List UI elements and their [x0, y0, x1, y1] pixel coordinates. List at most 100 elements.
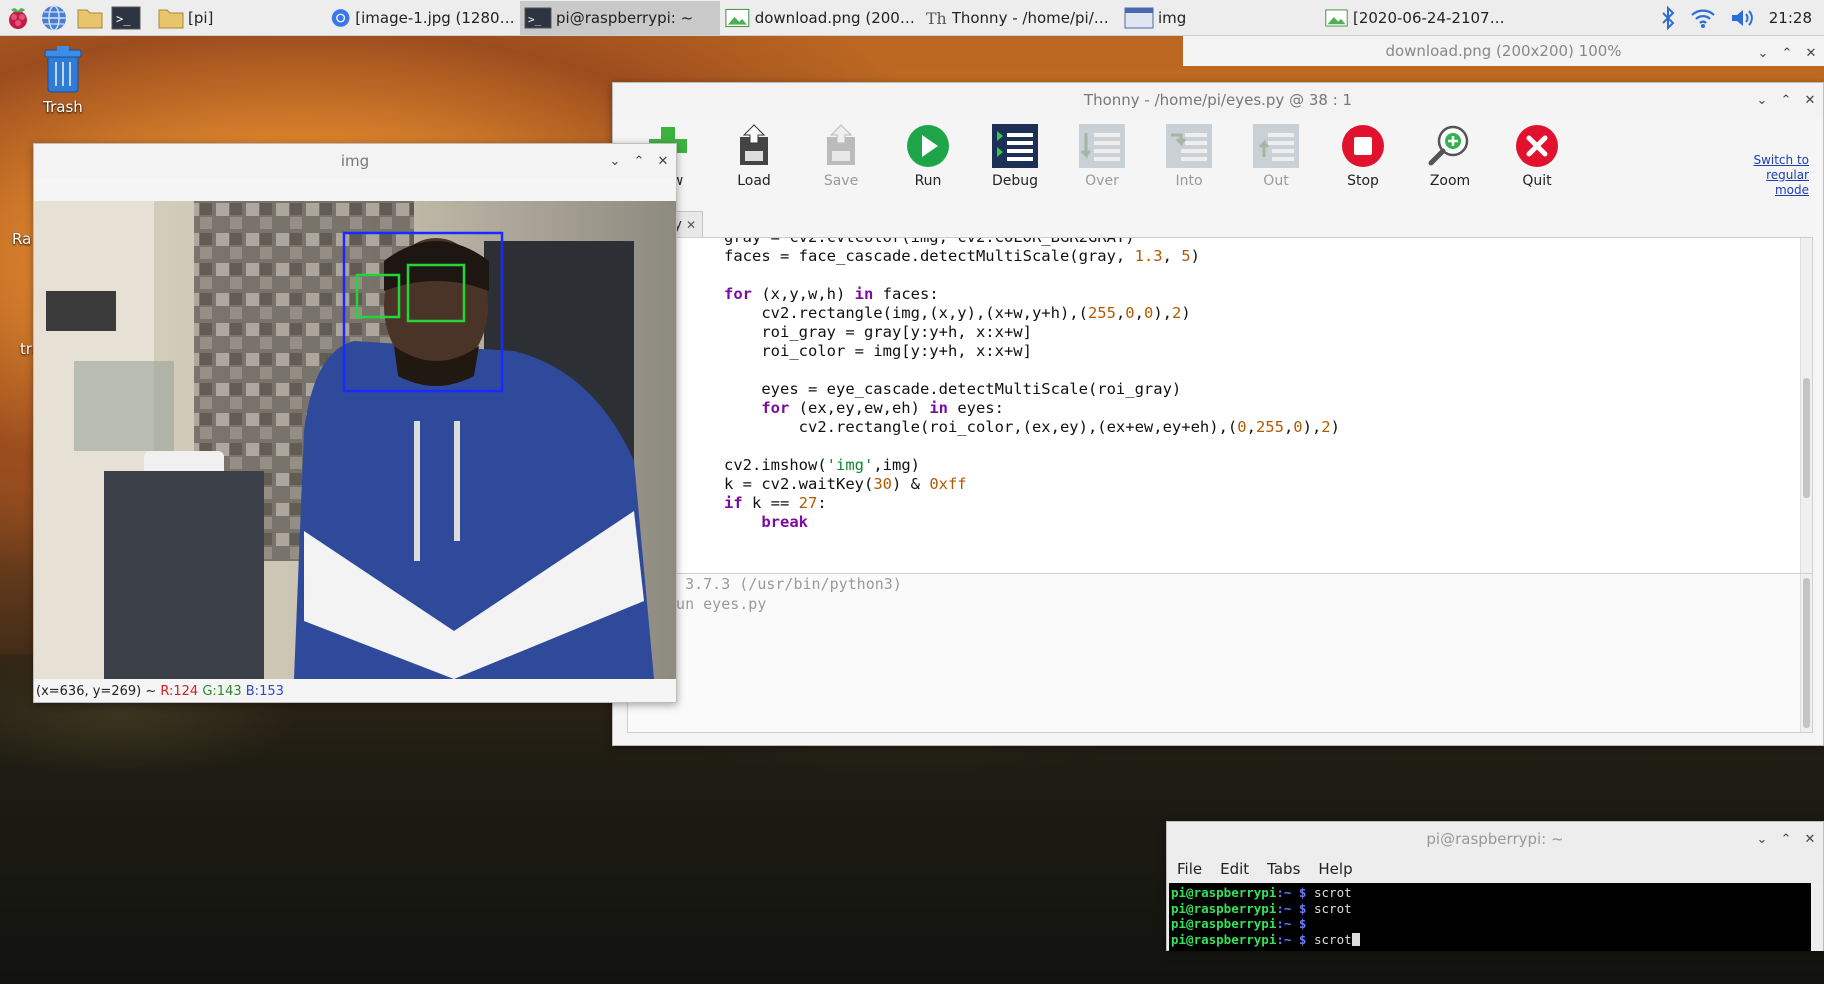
code-line[interactable]: break [724, 513, 1340, 532]
task-label: [pi] [188, 8, 214, 27]
terminal-menubar: File Edit Tabs Help [1167, 856, 1353, 882]
task-file-manager[interactable]: [pi] [154, 1, 326, 35]
close-icon[interactable]: ✕ [1803, 832, 1817, 847]
step-out-button[interactable]: Out [1241, 123, 1311, 189]
quit-button[interactable]: Quit [1502, 123, 1572, 189]
maximize-icon[interactable]: ⌃ [1779, 93, 1793, 108]
minimize-icon[interactable]: ⌄ [1755, 93, 1769, 108]
terminal-icon: >_ [524, 7, 552, 28]
code-line[interactable] [724, 266, 1340, 285]
code-line[interactable]: gray = cv2.cvtColor(img, cv2.COLOR_BGR2G… [724, 238, 1340, 247]
python-shell[interactable]: on 3.7.3 (/usr/bin/python3) %Run eyes.py [627, 573, 1813, 733]
terminal-launcher-icon[interactable]: >_ [108, 0, 144, 36]
close-icon[interactable]: ✕ [656, 154, 670, 169]
webcam-frame[interactable] [34, 201, 676, 679]
step-into-button[interactable]: Into [1154, 123, 1224, 189]
code-line[interactable]: if k == 27: [724, 494, 1340, 513]
close-icon[interactable]: ✕ [1804, 46, 1818, 61]
code-line[interactable]: cv2.imshow('img',img) [724, 456, 1340, 475]
switch-mode-link[interactable]: Switch to regular mode [1739, 153, 1809, 198]
raspberry-menu-icon[interactable] [0, 0, 36, 36]
terminal-scrollbar[interactable] [1811, 883, 1823, 951]
thonny-icon: Th [926, 8, 947, 27]
code-line[interactable]: cv2.rectangle(img,(x,y),(x+w,y+h),(255,0… [724, 304, 1340, 323]
code-editor[interactable]: gray = cv2.cvtColor(img, cv2.COLOR_BGR2G… [613, 237, 1813, 617]
window-titlebar[interactable]: Thonny - /home/pi/eyes.py @ 38 : 1 ⌄ ⌃ ✕ [613, 83, 1823, 117]
prompt-path: :~ $ [1276, 900, 1307, 916]
volume-icon[interactable] [1729, 6, 1757, 30]
code-line[interactable]: for (ex,ey,ew,eh) in eyes: [724, 399, 1340, 418]
file-manager-icon[interactable] [72, 0, 108, 36]
tool-label: Save [823, 173, 859, 189]
menu-tabs[interactable]: Tabs [1267, 860, 1300, 878]
desktop-trash[interactable]: Trash [28, 44, 98, 116]
wifi-icon[interactable] [1689, 6, 1717, 30]
save-button[interactable]: Save [806, 123, 876, 189]
window-titlebar[interactable]: pi@raspberrypi: ~ ⌄ ⌃ ✕ [1167, 822, 1823, 856]
code-line[interactable] [724, 437, 1340, 456]
tool-label: Out [1263, 173, 1289, 189]
run-button[interactable]: Run [893, 123, 963, 189]
load-button[interactable]: Load [719, 123, 789, 189]
menu-edit[interactable]: Edit [1220, 860, 1249, 878]
task-screenshot-image[interactable]: [2020-06-24-210733_… [1320, 1, 1516, 35]
code-text[interactable]: gray = cv2.cvtColor(img, cv2.COLOR_BGR2G… [724, 238, 1340, 532]
window-title: img [340, 152, 370, 170]
code-line[interactable]: faces = face_cascade.detectMultiScale(gr… [724, 247, 1340, 266]
web-browser-icon[interactable] [36, 0, 72, 36]
desktop-icon-label-partial[interactable]: Ra [12, 230, 31, 248]
terminal-output[interactable]: pi@raspberrypi:~ $ scrot pi@raspberrypi:~… [1169, 883, 1811, 951]
minimize-icon[interactable]: ⌄ [1755, 832, 1769, 847]
task-terminal[interactable]: >_ pi@raspberrypi: ~ [520, 0, 720, 35]
task-thonny[interactable]: Th Thonny - /home/pi/e… [920, 1, 1120, 35]
terminal-command: scrot [1306, 900, 1352, 916]
prompt-user: pi@raspberrypi [1171, 916, 1277, 931]
maximize-icon[interactable]: ⌃ [1779, 832, 1793, 847]
pixel-red: R:124 [160, 684, 199, 699]
maximize-icon[interactable]: ⌃ [632, 154, 646, 169]
shell-line: on 3.7.3 (/usr/bin/python3) [658, 575, 902, 593]
close-tab-icon[interactable]: ✕ [686, 218, 696, 232]
scrollbar-thumb[interactable] [1803, 378, 1810, 498]
window-titlebar[interactable]: download.png (200x200) 100% ⌄ ⌃ ✕ [1183, 36, 1824, 66]
prompt-user: pi@raspberrypi [1171, 931, 1277, 947]
close-icon[interactable]: ✕ [1803, 93, 1817, 108]
code-line[interactable]: roi_gray = gray[y:y+h, x:x+w] [724, 323, 1340, 342]
menu-file[interactable]: File [1177, 860, 1202, 878]
step-over-button[interactable]: Over [1067, 123, 1137, 189]
code-line[interactable]: eyes = eye_cascade.detectMultiScale(roi_… [724, 380, 1340, 399]
minimize-icon[interactable]: ⌄ [1756, 46, 1770, 61]
task-img-window[interactable]: img [1120, 1, 1320, 35]
text-cursor [1351, 932, 1360, 946]
code-line[interactable]: k = cv2.waitKey(30) & 0xff [724, 475, 1340, 494]
clock[interactable]: 21:28 [1769, 9, 1812, 27]
window-titlebar[interactable]: img ⌄ ⌃ ✕ [34, 144, 676, 178]
code-line[interactable]: roi_color = img[y:y+h, x:x+w] [724, 342, 1340, 361]
task-browser[interactable]: [image-1.jpg (1280×7… [326, 1, 520, 35]
minimize-icon[interactable]: ⌄ [608, 154, 622, 169]
shell-output: on 3.7.3 (/usr/bin/python3) %Run eyes.py [658, 574, 902, 614]
chromium-icon [331, 8, 350, 27]
bluetooth-icon[interactable] [1659, 6, 1677, 30]
zoom-button[interactable]: Zoom [1415, 123, 1485, 189]
scrollbar-thumb[interactable] [1803, 578, 1810, 728]
step-into-icon [1166, 124, 1212, 168]
task-label: img [1158, 8, 1187, 27]
window-title: Thonny - /home/pi/eyes.py @ 38 : 1 [1083, 91, 1353, 109]
tool-label: Quit [1522, 173, 1552, 189]
stop-button[interactable]: Stop [1328, 123, 1398, 189]
debug-button[interactable]: Debug [980, 123, 1050, 189]
tool-label: Run [914, 173, 942, 189]
menu-help[interactable]: Help [1318, 860, 1352, 878]
terminal-line: pi@raspberrypi:~ $ [1171, 916, 1809, 932]
editor-scrollbar[interactable] [1800, 238, 1812, 616]
code-line[interactable]: for (x,y,w,h) in faces: [724, 285, 1340, 304]
step-over-icon [1079, 124, 1125, 168]
maximize-icon[interactable]: ⌃ [1780, 46, 1794, 61]
shell-scrollbar[interactable] [1800, 574, 1812, 732]
image-viewer-icon [1325, 9, 1348, 26]
code-line[interactable] [724, 361, 1340, 380]
code-line[interactable]: cv2.rectangle(roi_color,(ex,ey),(ex+ew,e… [724, 418, 1340, 437]
task-download-image[interactable]: download.png (200x… [720, 1, 920, 35]
thonny-toolbar: New Load Save Run Debug Over Into Out [613, 117, 1823, 201]
